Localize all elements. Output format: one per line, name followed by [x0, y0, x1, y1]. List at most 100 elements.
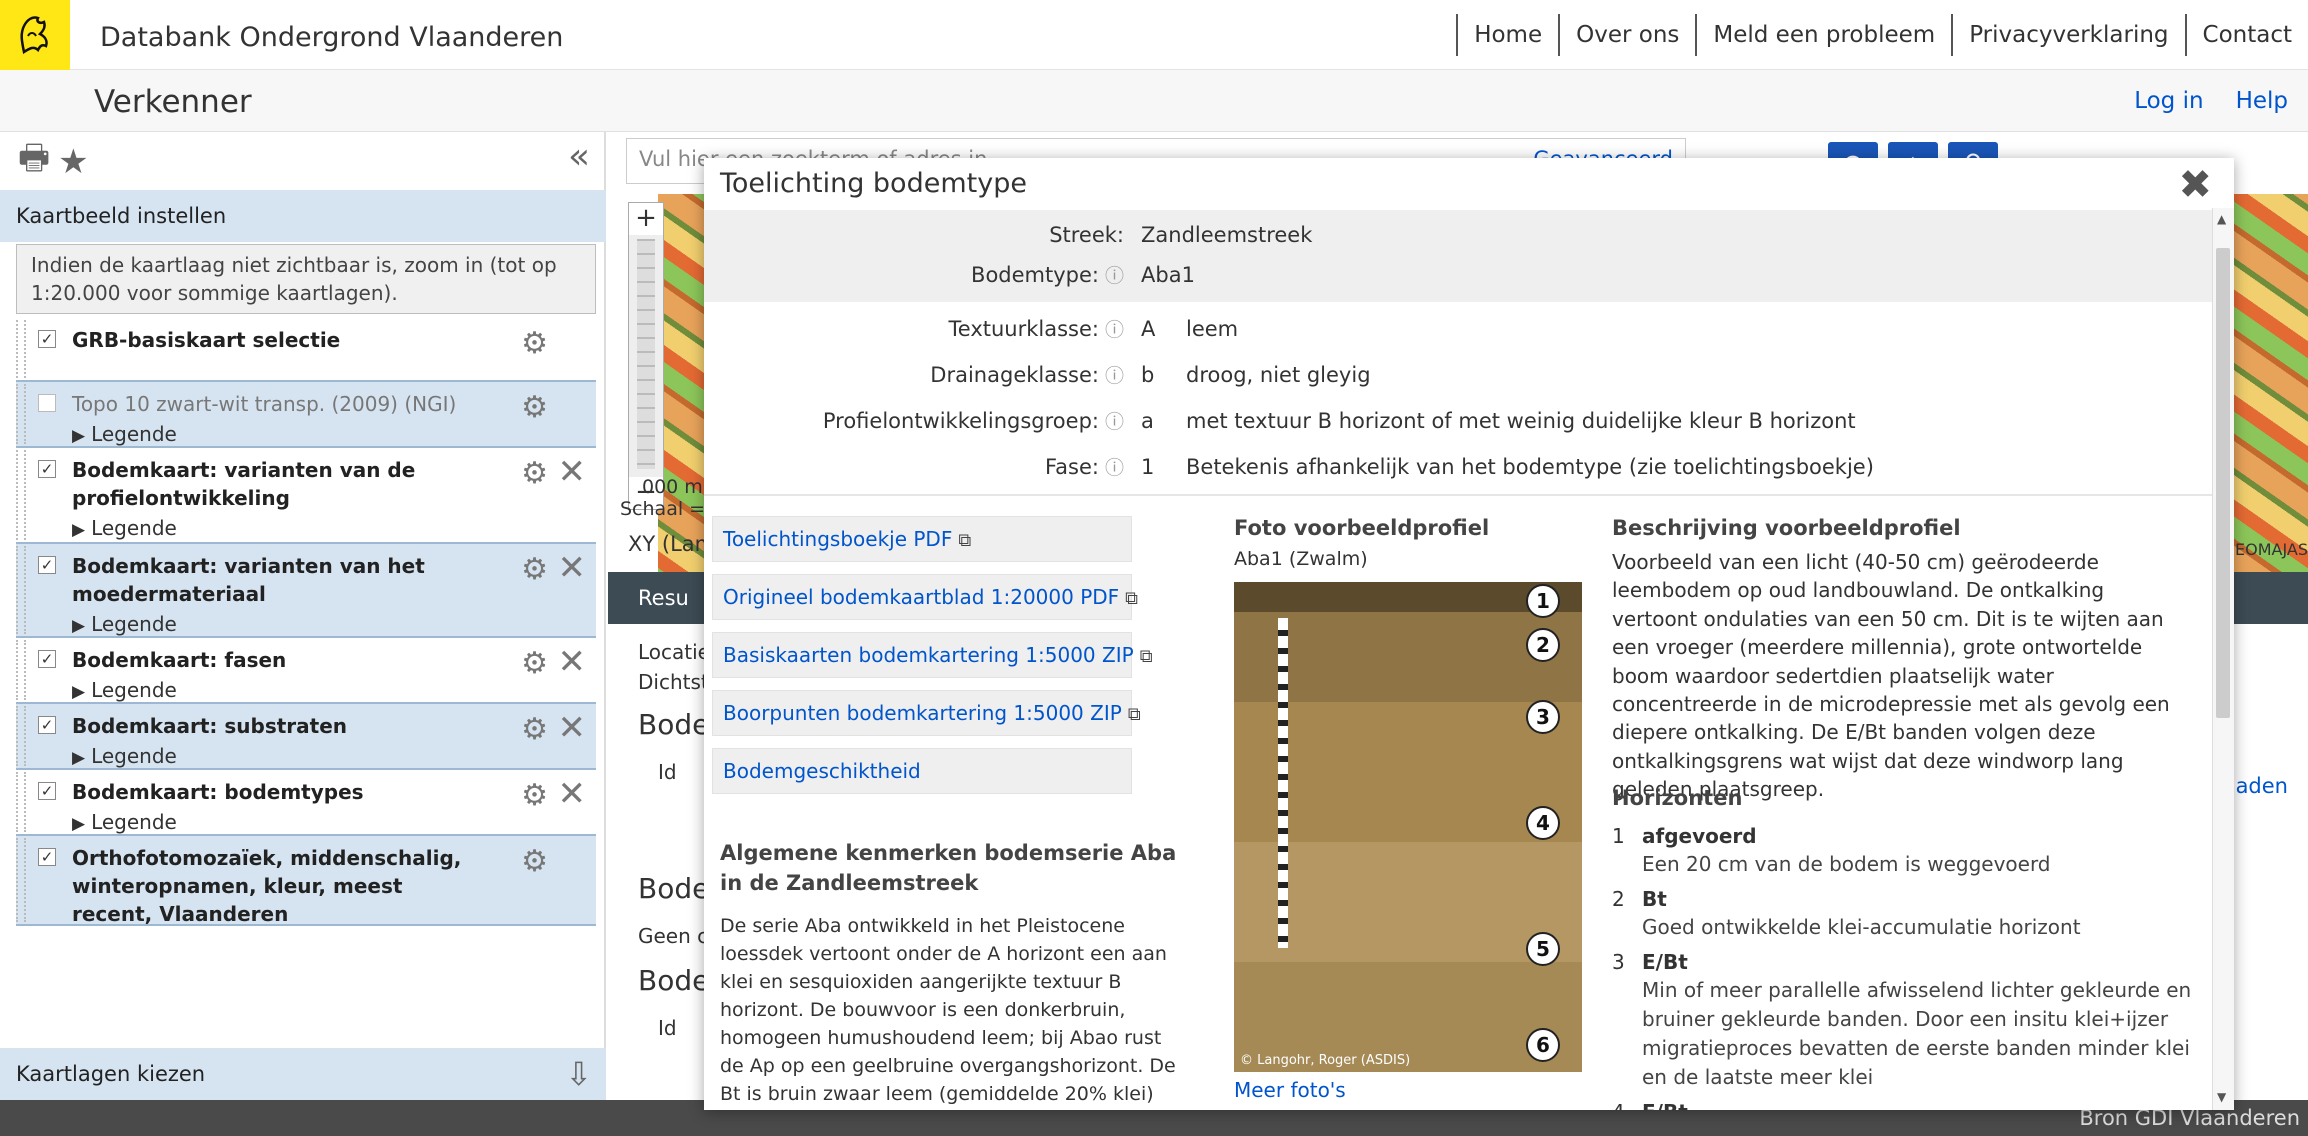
row-key: Drainageklasse: ⓘ	[704, 360, 1124, 390]
vlaanderen-lion-logo[interactable]	[0, 0, 70, 70]
sort-id-column[interactable]: Id	[658, 760, 677, 784]
download-link[interactable]: aden	[2236, 774, 2288, 798]
login-link[interactable]: Log in	[2134, 88, 2203, 114]
lion-icon	[20, 16, 48, 55]
layer-checkbox[interactable]: ✓	[38, 716, 56, 734]
result-locatie: Locatie	[638, 640, 710, 664]
close-icon[interactable]: ✖	[2178, 162, 2212, 208]
drag-handle[interactable]	[16, 706, 26, 766]
nav-home[interactable]: Home	[1456, 14, 1558, 56]
zoom-in-button[interactable]: +	[629, 203, 663, 235]
remove-layer-icon[interactable]: ✕	[558, 708, 587, 748]
legend-toggle[interactable]: Legende	[72, 514, 486, 544]
key-drainageklasse: Drainageklasse: ⓘ	[930, 360, 1124, 391]
legend-toggle[interactable]: Legende	[72, 610, 486, 640]
link-bodemgeschiktheid[interactable]: Bodemgeschiktheid	[712, 748, 1132, 794]
sort-id-column[interactable]: Id	[658, 1016, 677, 1040]
drag-handle[interactable]	[16, 640, 26, 700]
info-icon[interactable]: ⓘ	[1105, 319, 1124, 341]
layer-item[interactable]: ✓ GRB-basiskaart selectie ⚙	[16, 318, 596, 382]
layer-item[interactable]: ✓ Orthofotomozaïek, middenschalig, winte…	[16, 836, 596, 926]
layer-checkbox[interactable]: ✓	[38, 782, 56, 800]
classification-info: Textuurklasse: ⓘ A leem Drainageklasse: ⓘ …	[704, 308, 2212, 496]
key-bodemtype: Bodemtype: ⓘ	[971, 260, 1124, 291]
layer-item[interactable]: Topo 10 zwart-wit transp. (2009) (NGI) L…	[16, 382, 596, 448]
scroll-up-icon[interactable]: ▲	[2217, 212, 2226, 226]
row-key: Bodemtype: ⓘ	[704, 260, 1124, 290]
layer-name: Bodemkaart: varianten van het moedermate…	[72, 554, 425, 606]
gear-icon[interactable]: ⚙	[521, 552, 548, 587]
layer-checkbox[interactable]: ✓	[38, 556, 56, 574]
remove-layer-icon[interactable]: ✕	[558, 642, 587, 682]
collapse-sidebar-icon[interactable]: «	[568, 136, 590, 177]
star-icon[interactable]: ★	[58, 142, 88, 182]
external-link-icon: ⧉	[1127, 704, 1141, 725]
top-header: Databank Ondergrond Vlaanderen Home Over…	[0, 0, 2308, 70]
horizon-number: 2	[1612, 887, 1625, 911]
more-photos-link[interactable]: Meer foto's	[1234, 1078, 1346, 1102]
scroll-down-icon[interactable]: ▼	[2217, 1090, 2226, 1104]
horizon-name: E/Bt	[1642, 950, 1688, 974]
remove-layer-icon[interactable]: ✕	[558, 774, 587, 814]
gear-icon[interactable]: ⚙	[521, 390, 548, 425]
layer-checkbox[interactable]: ✓	[38, 650, 56, 668]
modal-scrollbar[interactable]: ▲ ▼	[2212, 208, 2234, 1110]
nav-meld-probleem[interactable]: Meld een probleem	[1695, 14, 1951, 56]
drag-handle[interactable]	[16, 320, 26, 378]
nav-over-ons[interactable]: Over ons	[1558, 14, 1695, 56]
nav-privacyverklaring[interactable]: Privacyverklaring	[1951, 14, 2184, 56]
zoom-control: + −	[628, 202, 664, 510]
remove-layer-icon[interactable]: ✕	[558, 548, 587, 588]
tab-results[interactable]: Resu	[638, 586, 689, 610]
gear-icon[interactable]: ⚙	[521, 646, 548, 681]
layer-checkbox[interactable]	[38, 394, 56, 412]
link-basiskaarten[interactable]: Basiskaarten bodemkartering 1:5000 ZIP ⧉	[712, 632, 1153, 678]
info-icon[interactable]: ⓘ	[1105, 457, 1124, 479]
layer-name: Bodemkaart: varianten van de profielontw…	[72, 458, 416, 510]
gear-icon[interactable]: ⚙	[521, 844, 548, 879]
link-toelichtingsboekje[interactable]: Toelichtingsboekje PDF ⧉	[712, 516, 1132, 562]
link-label: Origineel bodemkaartblad 1:20000 PDF	[723, 585, 1120, 609]
layer-checkbox[interactable]: ✓	[38, 460, 56, 478]
drag-handle[interactable]	[16, 772, 26, 832]
info-icon[interactable]: ⓘ	[1105, 411, 1124, 433]
profile-description-text: Voorbeeld van een licht (40-50 cm) geëro…	[1612, 550, 2170, 802]
legend-toggle[interactable]: Legende	[72, 420, 486, 450]
layer-item[interactable]: ✓ Bodemkaart: substraten Legende ⚙ ✕	[16, 704, 596, 770]
drag-handle[interactable]	[16, 450, 26, 540]
info-icon[interactable]: ⓘ	[1105, 365, 1124, 387]
gear-icon[interactable]: ⚙	[521, 456, 548, 491]
layer-item[interactable]: ✓ Bodemkaart: fasen Legende ⚙ ✕	[16, 638, 596, 704]
horizon-item: 3 E/Bt Min of meer parallelle afwisselen…	[1612, 948, 2192, 1092]
key-label: Fase:	[1045, 455, 1099, 479]
drag-handle[interactable]	[16, 546, 26, 634]
gear-icon[interactable]: ⚙	[521, 712, 548, 747]
legend-toggle[interactable]: Legende	[72, 808, 486, 838]
soil-profile-photo[interactable]: 1 2 3 4 5 6 © Langohr, Roger (ASDIS)	[1234, 582, 1582, 1072]
remove-layer-icon[interactable]: ✕	[558, 452, 587, 492]
scroll-thumb[interactable]	[2216, 248, 2230, 718]
choose-layers-bar[interactable]: Kaartlagen kiezen ⇩	[0, 1048, 606, 1100]
gear-icon[interactable]: ⚙	[521, 326, 548, 361]
info-icon[interactable]: ⓘ	[1105, 265, 1124, 287]
layer-checkbox[interactable]: ✓	[38, 330, 56, 348]
gear-icon[interactable]: ⚙	[521, 778, 548, 813]
layer-item[interactable]: ✓ Bodemkaart: varianten van het moederma…	[16, 544, 596, 638]
site-title[interactable]: Databank Ondergrond Vlaanderen	[100, 22, 563, 53]
drag-handle[interactable]	[16, 838, 26, 922]
legend-toggle[interactable]: Legende	[72, 676, 486, 706]
layer-item[interactable]: ✓ Bodemkaart: varianten van de profielon…	[16, 448, 596, 544]
key-textuurklasse: Textuurklasse: ⓘ	[949, 314, 1124, 345]
drag-handle[interactable]	[16, 384, 26, 444]
link-boorpunten[interactable]: Boorpunten bodemkartering 1:5000 ZIP ⧉	[712, 690, 1141, 736]
link-origineel-bodemkaartblad[interactable]: Origineel bodemkaartblad 1:20000 PDF ⧉	[712, 574, 1138, 620]
panel-title-kaartbeeld[interactable]: Kaartbeeld instellen	[0, 190, 606, 242]
zoom-slider[interactable]	[637, 239, 655, 469]
legend-toggle[interactable]: Legende	[72, 742, 486, 772]
double-chevron-down-icon[interactable]: ⇩	[565, 1048, 592, 1100]
layer-checkbox[interactable]: ✓	[38, 848, 56, 866]
nav-contact[interactable]: Contact	[2184, 14, 2308, 56]
layer-item[interactable]: ✓ Bodemkaart: bodemtypes Legende ⚙ ✕	[16, 770, 596, 836]
help-link[interactable]: Help	[2236, 88, 2288, 114]
print-icon[interactable]: 🖶	[18, 134, 50, 191]
